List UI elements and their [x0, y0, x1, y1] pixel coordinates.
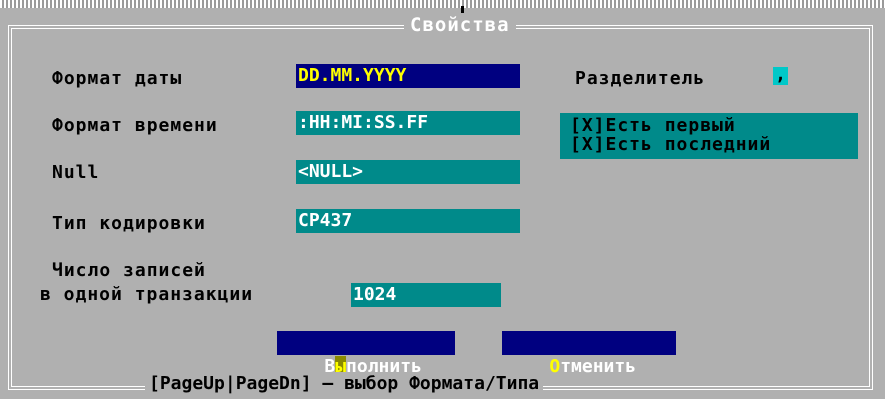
encoding-label: Тип кодировки — [52, 213, 206, 234]
checkbox-has-first[interactable]: [X]Есть первый — [570, 116, 736, 136]
top-border-strip — [0, 0, 885, 8]
records-label-line2: в одной транзакции — [40, 284, 254, 305]
time-format-field[interactable]: :HH:MI:SS.FF — [296, 111, 520, 135]
records-label-line1: Число записей — [52, 260, 206, 281]
date-format-label: Формат даты — [52, 68, 183, 89]
time-format-label: Формат времени — [52, 115, 218, 136]
records-per-transaction-field[interactable]: 1024 — [351, 283, 501, 307]
null-label: Null — [52, 162, 100, 183]
date-format-field[interactable]: DD.MM.YYYY — [296, 64, 520, 88]
keyboard-hint: [PageUp|PageDn] – выбор Формата/Типа — [145, 372, 544, 396]
cancel-button-hotkey: О — [549, 356, 561, 377]
checkbox-has-last[interactable]: [X]Есть последний — [570, 135, 771, 155]
cancel-button-label: тменить — [560, 356, 637, 377]
checkbox-panel: [X]Есть первый [X]Есть последний — [560, 113, 858, 159]
encoding-field[interactable]: CP437 — [296, 209, 520, 233]
null-field[interactable]: <NULL> — [296, 160, 520, 184]
execute-button[interactable]: Выполнить — [277, 331, 455, 377]
separator-field[interactable]: , — [773, 66, 788, 85]
properties-dialog: Свойства Формат даты DD.MM.YYYY Разделит… — [0, 0, 885, 399]
cancel-button[interactable]: Отменить — [502, 331, 676, 377]
dialog-title: Свойства — [404, 13, 516, 37]
separator-label: Разделитель — [575, 68, 706, 89]
